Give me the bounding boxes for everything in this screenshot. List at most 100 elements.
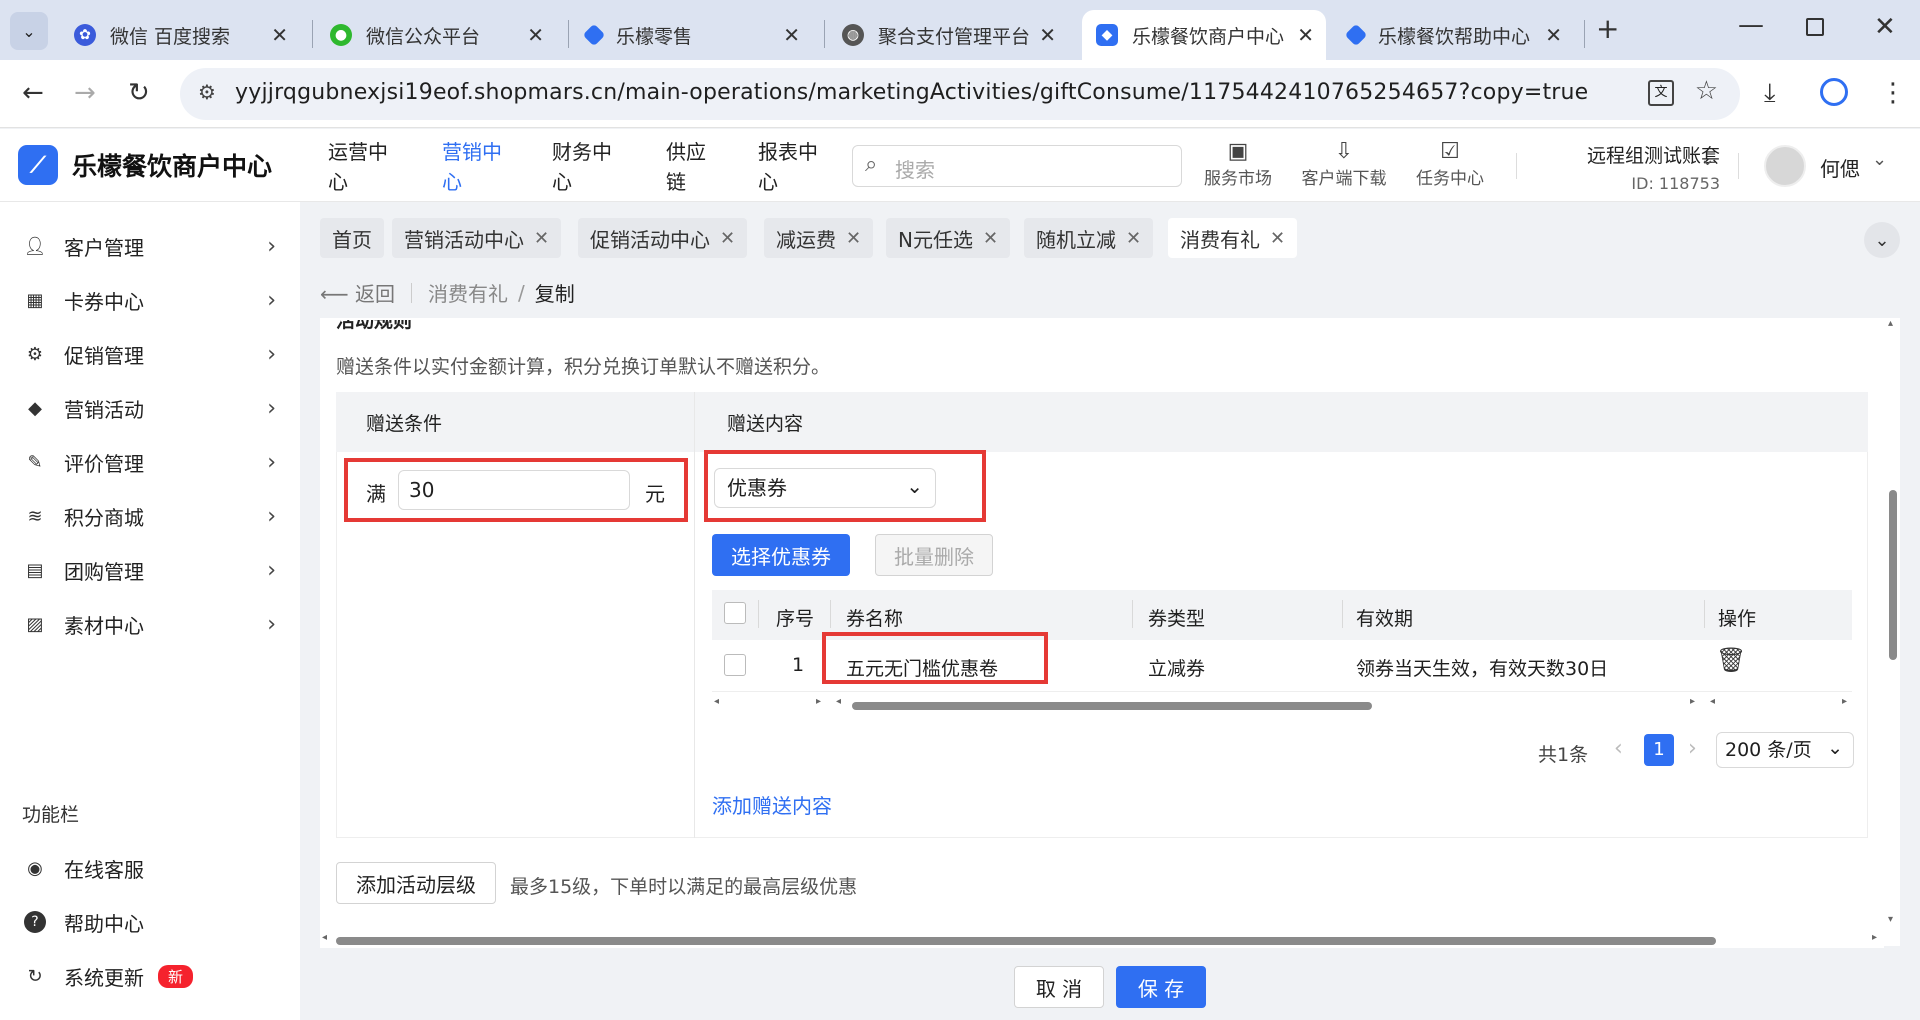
- batch-delete-button[interactable]: 批量删除: [875, 534, 993, 576]
- row-checkbox[interactable]: [724, 654, 746, 676]
- tab-random-discount[interactable]: 随机立减 ✕: [1024, 218, 1154, 258]
- browser-tab-4[interactable]: ◍ 聚合支付管理平台 ✕: [828, 10, 1068, 60]
- close-icon[interactable]: ✕: [534, 228, 549, 249]
- nav-reports[interactable]: 报表中心: [758, 137, 828, 197]
- task-center-button[interactable]: ☑ 任务中心: [1410, 139, 1490, 189]
- globe-icon: ◍: [842, 24, 864, 46]
- sidebar-item-reviews[interactable]: ✎ 评价管理 ›: [24, 442, 280, 482]
- cancel-button[interactable]: 取 消: [1014, 966, 1104, 1008]
- client-download-button[interactable]: ⇩ 客户端下载: [1296, 139, 1392, 189]
- tab-n-yuan-choice[interactable]: N元任选 ✕: [886, 218, 1011, 258]
- table-scrollbar[interactable]: ◂ ▸ ◂ ▸ ◂ ▸: [712, 696, 1852, 714]
- current-page[interactable]: 1: [1644, 734, 1674, 766]
- sidebar-item-online-support[interactable]: ◉ 在线客服: [24, 848, 280, 888]
- close-icon[interactable]: ✕: [1545, 23, 1562, 47]
- level-note: 最多15级，下单时以满足的最高层级优惠: [510, 876, 858, 898]
- nav-operations[interactable]: 运营中心: [328, 137, 398, 197]
- user-icon: 👤︎: [23, 235, 47, 257]
- site-info-icon[interactable]: ⚙: [198, 80, 216, 104]
- service-market-button[interactable]: ▣ 服务市场: [1198, 139, 1278, 189]
- restore-button[interactable]: [1806, 18, 1824, 36]
- content-header: 赠送内容: [695, 392, 1868, 452]
- add-gift-content-link[interactable]: 添加赠送内容: [712, 790, 832, 819]
- page-size-select[interactable]: 200 条/页 ⌄: [1716, 732, 1854, 768]
- tab-search-button[interactable]: ⌄: [10, 12, 48, 50]
- close-icon[interactable]: ✕: [527, 23, 544, 47]
- nav-finance[interactable]: 财务中心: [552, 137, 622, 197]
- reload-icon[interactable]: ↻: [128, 78, 150, 108]
- next-page-icon[interactable]: ›: [1688, 736, 1697, 761]
- row-index: 1: [792, 654, 805, 676]
- sidebar-item-customers[interactable]: 👤︎ 客户管理 ›: [24, 226, 280, 266]
- nav-marketing[interactable]: 营销中心: [442, 137, 512, 197]
- sidebar-item-materials[interactable]: ▨ 素材中心 ›: [24, 604, 280, 644]
- minimize-button[interactable]: —: [1738, 10, 1764, 40]
- breadcrumb-parent[interactable]: 消费有礼: [428, 278, 508, 307]
- browser-tab-2[interactable]: ● 微信公众平台 ✕: [316, 10, 556, 60]
- chevron-down-icon[interactable]: ⌄: [1700, 149, 1715, 170]
- prev-page-icon[interactable]: ‹: [1614, 736, 1623, 761]
- sidebar-item-points-mall[interactable]: ≋ 积分商城 ›: [24, 496, 280, 536]
- sidebar-item-help-center[interactable]: ? 帮助中心: [24, 902, 280, 942]
- condition-header: 赠送条件: [336, 392, 694, 452]
- url-field[interactable]: ⚙ yyjjrqgubnexjsi19eof.shopmars.cn/main-…: [180, 68, 1740, 120]
- download-icon[interactable]: ⤓: [1764, 78, 1776, 109]
- new-tab-button[interactable]: +: [1596, 12, 1619, 45]
- select-coupon-button[interactable]: 选择优惠券: [712, 534, 850, 576]
- profile-icon[interactable]: [1820, 78, 1848, 106]
- browser-tab-5-active[interactable]: ◆ 乐檬餐饮商户中心 ✕: [1082, 10, 1326, 60]
- more-menu-icon[interactable]: ⋮: [1880, 78, 1906, 108]
- close-icon[interactable]: ✕: [983, 228, 998, 249]
- close-icon[interactable]: ✕: [271, 23, 288, 47]
- sidebar-item-marketing[interactable]: ◆ 营销活动 ›: [24, 388, 280, 428]
- chevron-right-icon: ›: [267, 341, 276, 367]
- vertical-scrollbar[interactable]: ▴ ▾: [1884, 318, 1900, 938]
- close-icon[interactable]: ✕: [1297, 23, 1314, 47]
- forward-arrow-icon[interactable]: →: [74, 78, 96, 108]
- chevron-right-icon: ›: [267, 287, 276, 313]
- browser-tab-3[interactable]: 乐檬零售 ✕: [572, 10, 812, 60]
- back-link[interactable]: ⟵ 返回: [320, 278, 395, 307]
- close-icon[interactable]: ✕: [1270, 228, 1285, 249]
- nav-supply-chain[interactable]: 供应链: [666, 137, 714, 197]
- search-input[interactable]: ⌕ 搜索: [852, 145, 1182, 187]
- horizontal-scrollbar[interactable]: ◂ ▸: [320, 932, 1884, 948]
- clipboard-icon: ☑: [1440, 139, 1460, 164]
- user-name[interactable]: 何偲: [1820, 153, 1860, 182]
- sidebar-item-system-update[interactable]: ↻ 系统更新 新: [24, 956, 280, 996]
- scroll-thumb: [852, 702, 1372, 710]
- select-all-checkbox[interactable]: [724, 602, 746, 624]
- close-icon[interactable]: ✕: [783, 23, 800, 47]
- translate-icon[interactable]: 文: [1648, 80, 1674, 106]
- app-logo[interactable]: ⟋ 乐檬餐饮商户中心: [18, 145, 272, 185]
- browser-tab-1[interactable]: ✿ 微信 百度搜索 ✕: [60, 10, 300, 60]
- trash-icon[interactable]: 🗑︎: [1716, 646, 1746, 674]
- tab-home[interactable]: 首页: [320, 218, 384, 258]
- star-icon[interactable]: ☆: [1695, 76, 1718, 106]
- app-header: ⟋ 乐檬餐饮商户中心 运营中心 营销中心 财务中心 供应链 报表中心 ⌕ 搜索 …: [0, 129, 1920, 202]
- sidebar-item-cards[interactable]: ▦ 卡券中心 ›: [24, 280, 280, 320]
- close-window-button[interactable]: ✕: [1874, 12, 1896, 42]
- sidebar-item-group-buy[interactable]: ▤ 团购管理 ›: [24, 550, 280, 590]
- close-icon[interactable]: ✕: [720, 228, 735, 249]
- chevron-down-icon[interactable]: ⌄: [1872, 149, 1887, 170]
- save-button[interactable]: 保 存: [1116, 966, 1206, 1008]
- lemeng-icon: [582, 23, 606, 47]
- sidebar-item-promotions[interactable]: ⚙ 促销管理 ›: [24, 334, 280, 374]
- close-icon[interactable]: ✕: [1126, 228, 1141, 249]
- tab-promotion-center[interactable]: 促销活动中心 ✕: [578, 218, 748, 258]
- back-arrow-icon[interactable]: ←: [22, 78, 44, 108]
- close-icon[interactable]: ✕: [1039, 23, 1056, 47]
- account-switcher[interactable]: 远程组测试账套 ID: 118753: [1540, 141, 1720, 193]
- chevron-right-icon: ›: [267, 233, 276, 259]
- tab-shipping-discount[interactable]: 减运费 ✕: [764, 218, 874, 258]
- gift-type-select[interactable]: 优惠券 ⌄: [714, 468, 936, 508]
- avatar[interactable]: [1764, 145, 1806, 187]
- tabs-dropdown-button[interactable]: ⌄: [1864, 222, 1900, 258]
- add-level-button[interactable]: 添加活动层级: [336, 862, 496, 904]
- amount-input[interactable]: 30: [398, 470, 630, 510]
- tab-marketing-center[interactable]: 营销活动中心 ✕: [392, 218, 562, 258]
- close-icon[interactable]: ✕: [846, 228, 861, 249]
- browser-tab-6[interactable]: 乐檬餐饮帮助中心 ✕: [1334, 10, 1574, 60]
- tab-consumption-gift[interactable]: 消费有礼 ✕: [1168, 218, 1298, 258]
